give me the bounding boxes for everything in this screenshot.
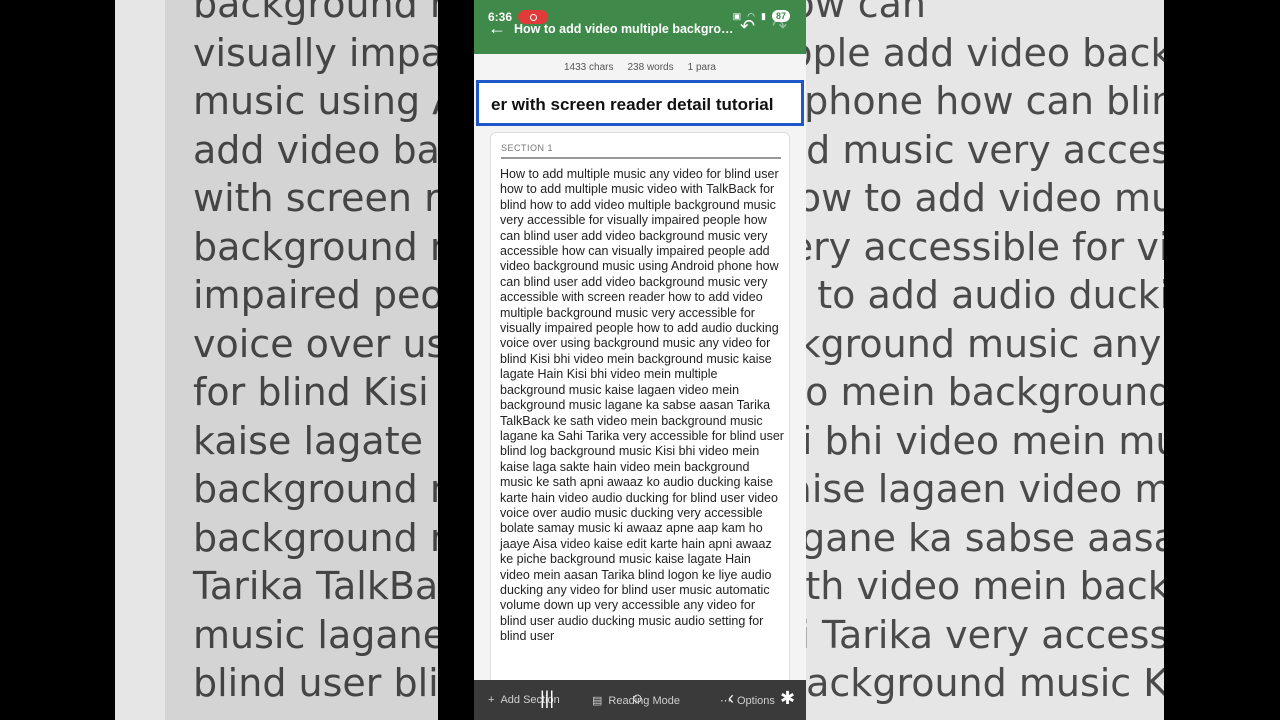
section-label: SECTION 1 <box>501 143 781 159</box>
background-shade <box>165 0 438 720</box>
background-line: add video background music very accessib… <box>806 127 1164 172</box>
options-label: Options <box>737 694 775 707</box>
arrow-left-icon[interactable]: ← <box>488 18 506 38</box>
background-line: background music how can <box>806 0 927 26</box>
back-nav-icon[interactable]: ‹ <box>728 688 734 709</box>
background-line: background music very accessible for vis… <box>806 224 1164 269</box>
background-line: music using Android phone how can blind … <box>806 79 1164 123</box>
plus-icon: + <box>488 694 495 706</box>
page-title: How to add video multiple backgrou… <box>514 22 736 36</box>
background-line: background music kaise lagaen video mein <box>806 467 1164 511</box>
redo-icon[interactable]: ↷ <box>772 16 787 37</box>
undo-icon[interactable]: ↶ <box>740 16 755 37</box>
background-blur-right: background music how can visually impaire… <box>806 0 1164 720</box>
background-line: background music lagane ka sabse aasan <box>806 515 1164 560</box>
title-input-value: er with screen reader detail tutorial <box>491 95 774 114</box>
book-icon: ▤ <box>592 695 603 707</box>
recents-icon[interactable]: ||| <box>540 688 554 709</box>
background-line: with screen reader how to add video mult… <box>806 176 1164 220</box>
background-line: blind user blind log background music Ki… <box>806 661 1164 705</box>
background-line: for blind Kisi bhi video mein background… <box>806 370 1164 414</box>
app-bar: 6:36 ▣ ◠ ▮ 87 ← How to add video multipl… <box>474 0 806 54</box>
background-line: impaired people how to add audio ducking <box>806 273 1164 317</box>
home-icon[interactable]: ○ <box>632 688 643 709</box>
char-count: 1433 chars <box>564 61 614 73</box>
accessibility-icon[interactable]: ✱ <box>780 688 795 709</box>
bottom-toolbar: + Add Section ▤ Reading Mode ⋯ Options |… <box>474 680 806 720</box>
background-text: background music how can visually impaire… <box>806 0 1164 708</box>
document-stats: 1433 chars 238 words 1 para <box>474 54 806 80</box>
title-input[interactable]: er with screen reader detail tutorial <box>476 80 804 126</box>
background-line: kaise lagate Hain Kisi bhi video mein mu… <box>806 418 1164 463</box>
para-count: 1 para <box>687 61 716 73</box>
phone-screen: 6:36 ▣ ◠ ▮ 87 ← How to add video multipl… <box>474 0 806 720</box>
section-card[interactable]: SECTION 1 How to add multiple music any … <box>490 132 790 692</box>
section-body-text[interactable]: How to add multiple music any video for … <box>500 167 784 645</box>
background-line: voice over using background music any vi… <box>806 321 1164 366</box>
word-count: 238 words <box>627 61 674 73</box>
background-line: visually impaired people add video backg… <box>806 30 1164 75</box>
reading-mode-label: Reading Mode <box>608 694 680 707</box>
background-line: music lagane ka Sahi Tarika very accessi… <box>806 612 1164 657</box>
signal-icon: ▮ <box>761 10 766 21</box>
background-line: Tarika TalkBack ke sath video mein backg… <box>806 564 1164 608</box>
